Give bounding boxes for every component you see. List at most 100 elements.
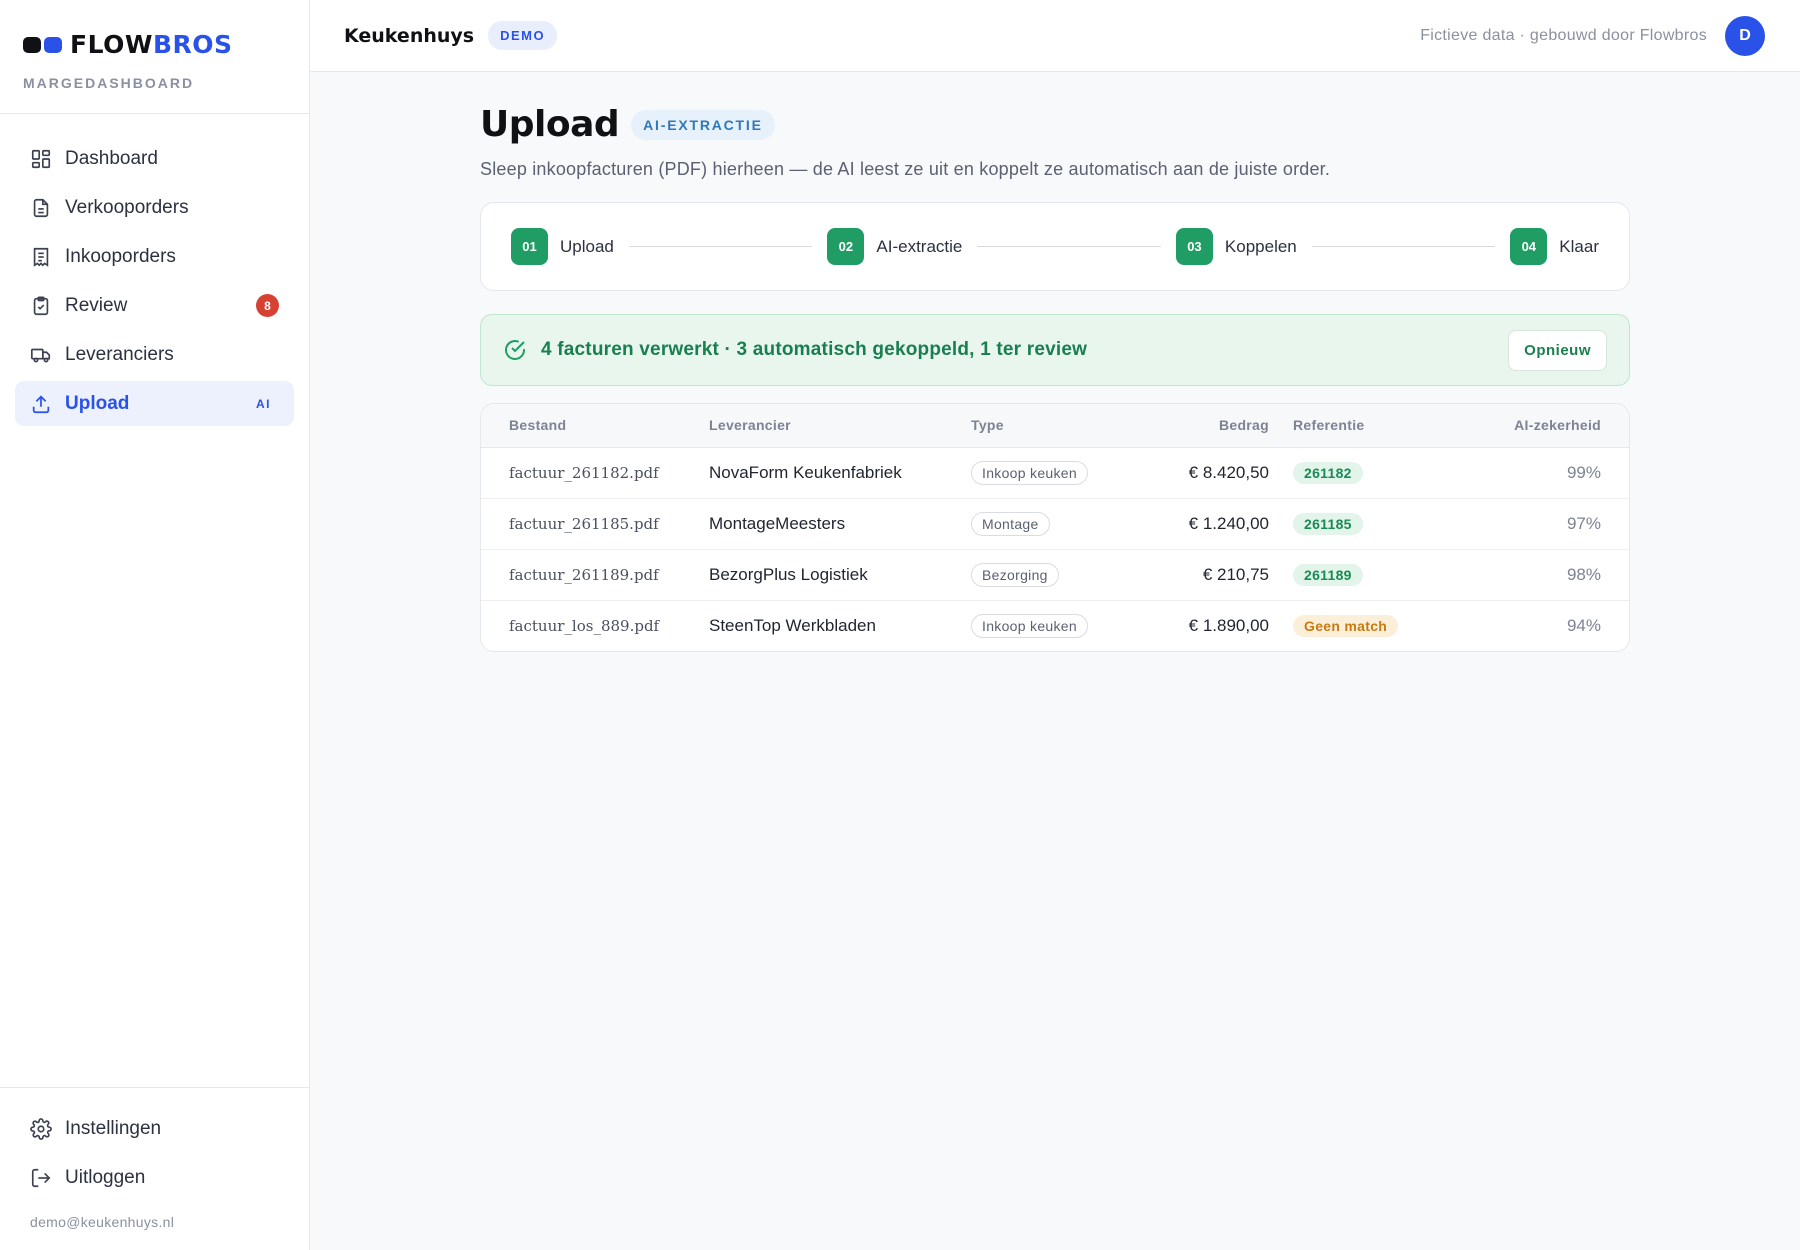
amount: € 8.420,50	[1121, 447, 1293, 499]
table-row[interactable]: factuur_261185.pdf MontageMeesters Monta…	[481, 498, 1629, 550]
logo-text: FLOWBROS	[70, 30, 233, 59]
step-connector	[628, 246, 813, 247]
gear-icon	[30, 1117, 52, 1140]
step-connector	[977, 246, 1161, 247]
step-number: 03	[1175, 228, 1213, 265]
logout-link[interactable]: Uitloggen	[15, 1155, 294, 1200]
ai-confidence: 97%	[1463, 498, 1629, 550]
page-header: Upload AI-EXTRACTIE	[480, 104, 1630, 145]
file-name: factuur_261182.pdf	[481, 447, 709, 499]
step-label: AI-extractie	[876, 236, 963, 256]
clipboard-check-icon	[33, 295, 49, 315]
type-badge: Montage	[971, 511, 1050, 536]
truck-icon	[31, 348, 51, 363]
step-label: Koppelen	[1224, 236, 1297, 256]
sidebar-item-label: Verkooporders	[65, 196, 189, 218]
tenant-name: Keukenhuys	[344, 24, 475, 47]
sidebar-item-label: Leveranciers	[65, 343, 174, 365]
table-header-row: Bestand Leverancier Type Bedrag Referent…	[481, 404, 1629, 448]
invoice-table: Bestand Leverancier Type Bedrag Referent…	[481, 404, 1629, 651]
reference-badge[interactable]: 261182	[1293, 461, 1363, 484]
user-email: demo@keukenhuys.nl	[30, 1214, 175, 1230]
upload-page: Upload AI-EXTRACTIE Sleep inkoopfacturen…	[310, 72, 1630, 652]
receipt-icon	[33, 247, 49, 267]
amount: € 210,75	[1121, 549, 1293, 601]
sidebar-item-label: Inkooporders	[65, 245, 176, 267]
file-name: factuur_261189.pdf	[481, 549, 709, 601]
sidebar-item-label: Dashboard	[65, 147, 158, 169]
file-name: factuur_261185.pdf	[481, 498, 709, 550]
column-header-leverancier[interactable]: Leverancier	[709, 404, 971, 448]
grid-icon	[31, 149, 51, 168]
sidebar-footer: Instellingen Uitloggen demo@keukenhuys.n…	[0, 1087, 309, 1250]
table-row[interactable]: factuur_261182.pdf NovaForm Keukenfabrie…	[481, 447, 1629, 499]
ai-extraction-badge: AI-EXTRACTIE	[631, 109, 775, 140]
reference-badge[interactable]: 261189	[1293, 563, 1363, 586]
amount: € 1.890,00	[1188, 615, 1269, 635]
settings-link[interactable]: Instellingen	[15, 1106, 294, 1151]
supplier-name: MontageMeesters	[709, 498, 971, 550]
sidebar-item-upload[interactable]: Upload AI	[15, 381, 294, 426]
table-row[interactable]: factuur_los_889.pdf SteenTop Werkbladen …	[481, 600, 1629, 651]
demo-badge: DEMO	[488, 21, 558, 50]
page-title: Upload	[480, 104, 620, 145]
check-circle-icon	[505, 340, 525, 360]
sidebar-item-verkooporders[interactable]: Verkooporders	[15, 185, 294, 230]
ai-confidence: 94%	[1566, 615, 1601, 635]
brand: FLOWBROS MARGEDASHBOARD	[0, 0, 309, 114]
topbar-note: Fictieve data · gebouwd door Flowbros	[1420, 26, 1707, 44]
step-connector	[1311, 246, 1496, 247]
logout-icon	[31, 1168, 51, 1187]
retry-button[interactable]: Opnieuw	[1508, 329, 1607, 371]
sidebar-item-leveranciers[interactable]: Leveranciers	[15, 332, 294, 377]
progress-stepper: 01 Upload 02 AI-extractie 03 Koppelen 04…	[480, 202, 1630, 291]
step-label: Upload	[560, 236, 614, 256]
step-upload: 01 Upload	[511, 228, 614, 265]
step-koppelen: 03 Koppelen	[1175, 228, 1297, 265]
supplier-name: BezorgPlus Logistiek	[709, 549, 971, 601]
logo[interactable]: FLOWBROS	[23, 30, 286, 59]
success-banner: 4 facturen verwerkt · 3 automatisch geko…	[480, 314, 1630, 386]
document-icon	[33, 198, 49, 217]
column-header-referentie[interactable]: Referentie	[1293, 404, 1463, 448]
sidebar-item-inkooporders[interactable]: Inkooporders	[15, 234, 294, 279]
column-header-ai-zekerheid[interactable]: AI-zekerheid	[1463, 404, 1629, 448]
step-number: 02	[827, 228, 865, 265]
main: Keukenhuys DEMO Fictieve data · gebouwd …	[310, 0, 1800, 1250]
app-root: FLOWBROS MARGEDASHBOARD Dashboard Verkoo…	[0, 0, 1800, 1250]
brand-subtitle: MARGEDASHBOARD	[23, 75, 195, 91]
sidebar-item-label: Upload	[65, 392, 130, 414]
type-badge: Inkoop keuken	[971, 460, 1088, 485]
sidebar: FLOWBROS MARGEDASHBOARD Dashboard Verkoo…	[0, 0, 310, 1250]
review-count-badge: 8	[256, 294, 279, 317]
type-badge: Bezorging	[971, 562, 1059, 587]
invoice-table-card: Bestand Leverancier Type Bedrag Referent…	[480, 403, 1630, 652]
ai-badge: AI	[256, 396, 271, 411]
logout-label: Uitloggen	[65, 1166, 146, 1188]
type-badge: Inkoop keuken	[971, 613, 1088, 638]
file-name: factuur_los_889.pdf	[509, 616, 660, 635]
step-number: 04	[1510, 228, 1548, 265]
table-row[interactable]: factuur_261189.pdf BezorgPlus Logistiek …	[481, 549, 1629, 601]
sidebar-item-review[interactable]: Review 8	[15, 283, 294, 328]
reference-badge-no-match[interactable]: Geen match	[1293, 614, 1399, 637]
page-subtitle: Sleep inkoopfacturen (PDF) hierheen — de…	[480, 159, 1331, 179]
reference-badge[interactable]: 261185	[1293, 512, 1363, 535]
supplier-name: SteenTop Werkbladen	[709, 615, 876, 635]
sidebar-nav: Dashboard Verkooporders Inkooporders Rev…	[0, 114, 309, 448]
upload-icon	[32, 394, 50, 413]
step-klaar: 04 Klaar	[1510, 228, 1599, 265]
topbar: Keukenhuys DEMO Fictieve data · gebouwd …	[310, 0, 1800, 72]
column-header-bedrag[interactable]: Bedrag	[1121, 404, 1293, 448]
sidebar-item-dashboard[interactable]: Dashboard	[15, 136, 294, 181]
sidebar-item-label: Review	[65, 294, 128, 316]
ai-confidence: 99%	[1463, 447, 1629, 499]
avatar[interactable]: D	[1725, 15, 1765, 56]
column-header-type[interactable]: Type	[971, 404, 1121, 448]
amount: € 1.240,00	[1121, 498, 1293, 550]
column-header-bestand[interactable]: Bestand	[481, 404, 709, 448]
step-label: Klaar	[1559, 236, 1599, 256]
ai-confidence: 98%	[1463, 549, 1629, 601]
logo-mark-icon	[23, 36, 62, 53]
success-message: 4 facturen verwerkt · 3 automatisch geko…	[541, 339, 1088, 360]
